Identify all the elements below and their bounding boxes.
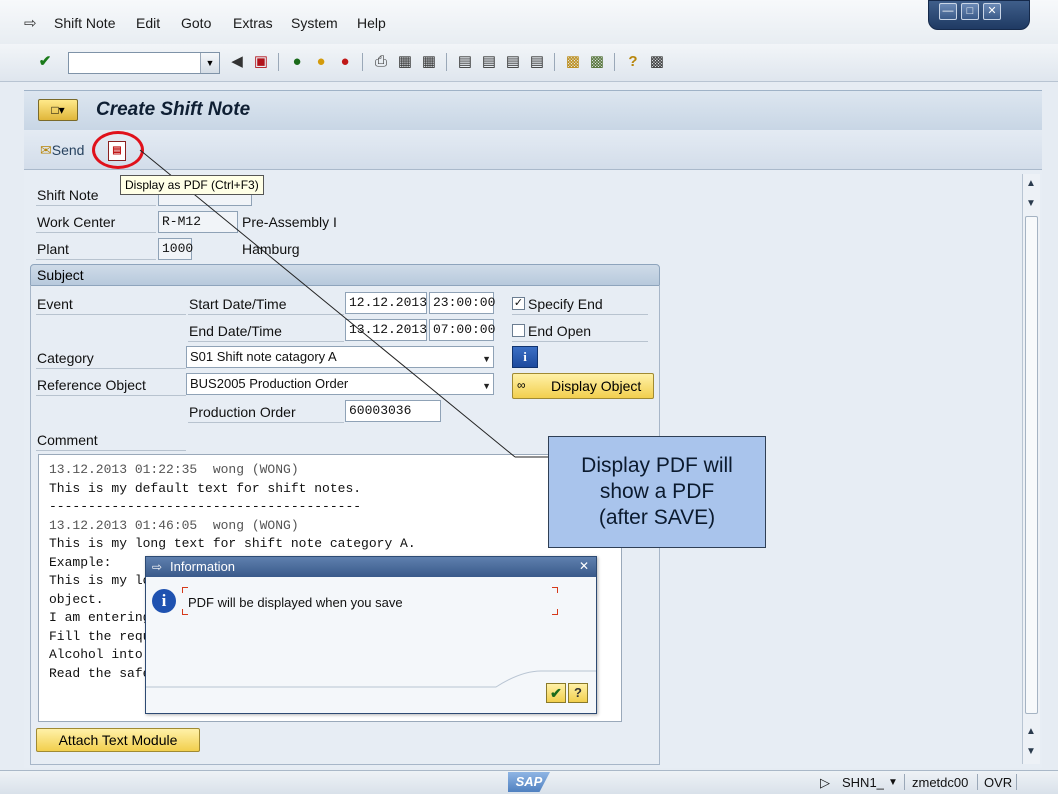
dialog-message: PDF will be displayed when you save [188, 595, 403, 610]
info-icon: i [152, 589, 176, 613]
focus-bracket [552, 587, 558, 593]
callout-line-1: Display PDF will [581, 454, 733, 477]
focus-bracket [182, 587, 188, 593]
callout-line-3: (after SAVE) [598, 506, 716, 529]
close-icon[interactable]: ✕ [576, 559, 592, 574]
dialog-footer-curve [146, 670, 596, 688]
annotation-callout: Display PDF will show a PDF (after SAVE) [548, 436, 766, 548]
information-dialog: ⇨ Information ✕ i PDF will be displayed … [145, 556, 597, 714]
dialog-title-bar[interactable]: ⇨ Information ✕ [146, 557, 596, 577]
dialog-ok-button[interactable]: ✔ [546, 683, 566, 703]
dialog-title: Information [170, 559, 236, 574]
focus-bracket [552, 609, 558, 615]
pdf-tooltip: Display as PDF (Ctrl+F3) [120, 175, 264, 195]
callout-line-2: show a PDF [599, 480, 715, 503]
dialog-window-icon: ⇨ [152, 560, 163, 574]
dialog-help-button[interactable]: ? [568, 683, 588, 703]
